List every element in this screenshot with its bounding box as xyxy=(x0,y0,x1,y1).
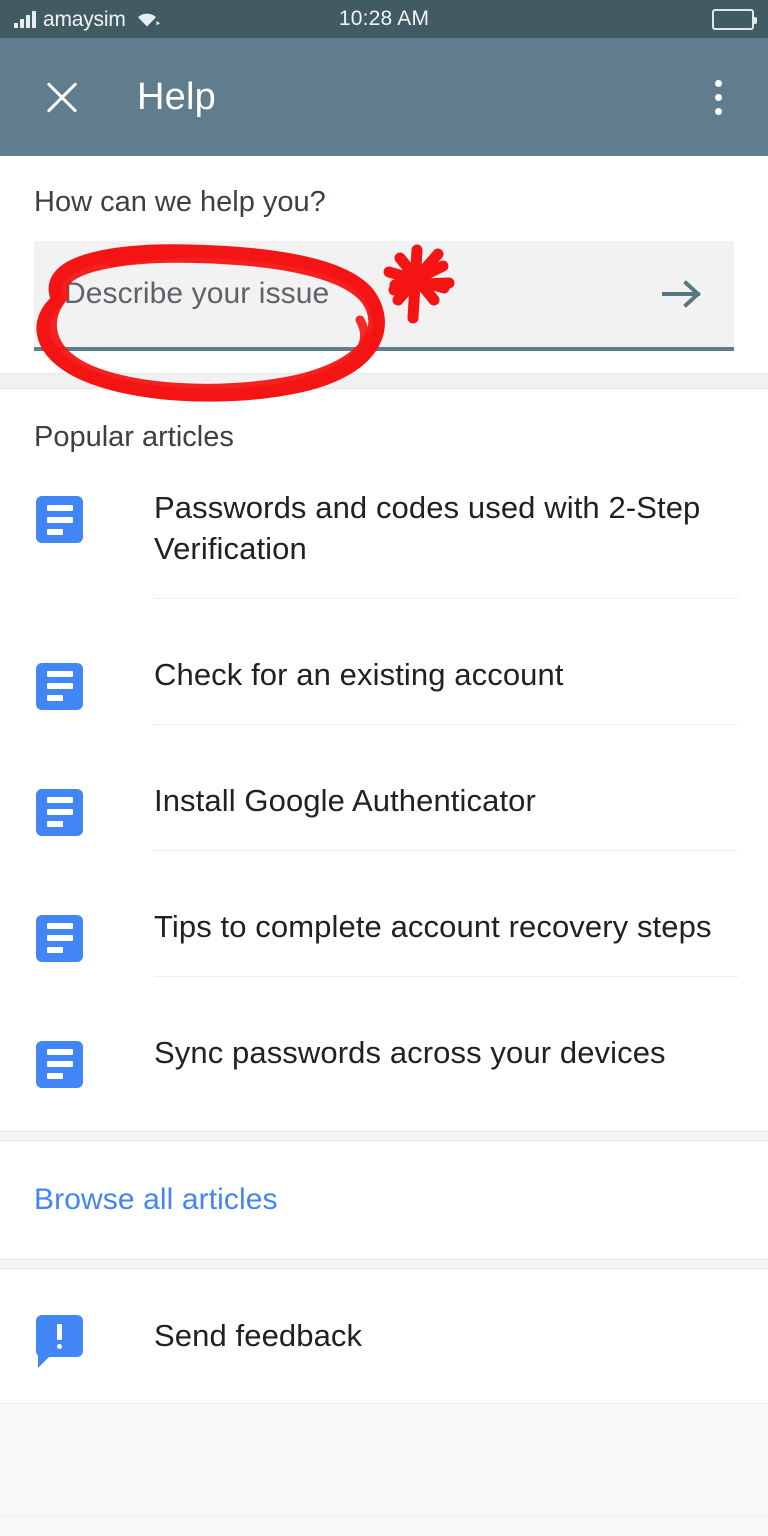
article-text-cell: Sync passwords across your devices xyxy=(154,1033,738,1102)
android-nav-bar xyxy=(0,1515,768,1536)
section-divider xyxy=(0,1131,768,1142)
list-item[interactable]: Tips to complete account recovery steps xyxy=(0,881,768,1007)
browse-all-articles-label: Browse all articles xyxy=(34,1183,278,1217)
article-title: Sync passwords across your devices xyxy=(154,1034,666,1070)
app-bar: Help xyxy=(0,38,768,156)
list-item[interactable]: Passwords and codes used with 2-Step Ver… xyxy=(0,462,768,629)
article-text-cell: Tips to complete account recovery steps xyxy=(154,907,738,977)
article-text-cell: Check for an existing account xyxy=(154,655,738,725)
article-text-cell: Install Google Authenticator xyxy=(154,781,738,851)
article-title: Tips to complete account recovery steps xyxy=(154,908,712,944)
article-icon xyxy=(36,1040,83,1088)
close-icon[interactable] xyxy=(36,71,88,123)
section-divider xyxy=(0,373,768,389)
send-feedback-label: Send feedback xyxy=(154,1318,363,1354)
article-icon xyxy=(36,496,83,543)
send-feedback-item[interactable]: Send feedback xyxy=(0,1269,768,1403)
feedback-icon-cell xyxy=(0,1315,154,1369)
footer-spacer xyxy=(0,1403,768,1516)
article-title: Install Google Authenticator xyxy=(154,782,536,818)
arrow-right-icon[interactable] xyxy=(660,274,706,314)
search-input[interactable]: Describe your issue xyxy=(34,241,734,351)
battery-icon xyxy=(712,8,757,30)
article-icon-cell xyxy=(0,911,154,962)
status-bar: amaysim 10:28 AM xyxy=(0,0,768,38)
search-field-wrapper: Describe your issue xyxy=(34,241,734,351)
list-item[interactable]: Install Google Authenticator xyxy=(0,755,768,881)
help-prompt: How can we help you? xyxy=(34,186,326,218)
section-divider xyxy=(0,1259,768,1270)
article-title: Check for an existing account xyxy=(154,656,564,692)
popular-articles-heading: Popular articles xyxy=(34,421,234,453)
overflow-menu-icon[interactable] xyxy=(696,71,740,123)
article-text-cell: Passwords and codes used with 2-Step Ver… xyxy=(154,488,738,599)
article-icon-cell xyxy=(0,492,154,543)
status-time: 10:28 AM xyxy=(338,7,430,30)
article-icon-cell xyxy=(0,659,154,710)
page-title: Help xyxy=(137,75,216,118)
article-title: Passwords and codes used with 2-Step Ver… xyxy=(154,490,701,566)
list-item[interactable]: Check for an existing account xyxy=(0,629,768,755)
popular-articles-list: Passwords and codes used with 2-Step Ver… xyxy=(0,452,768,1131)
article-icon xyxy=(36,662,83,710)
status-bar-right xyxy=(712,8,757,30)
list-item[interactable]: Sync passwords across your devices xyxy=(0,1007,768,1132)
article-icon-cell xyxy=(0,785,154,836)
phone-screen: amaysim 10:28 AM Help How can we help yo… xyxy=(0,0,768,1536)
article-icon xyxy=(36,914,83,962)
article-icon-cell xyxy=(0,1037,154,1088)
search-section: How can we help you? Describe your issue xyxy=(0,156,768,373)
search-placeholder: Describe your issue xyxy=(64,277,330,310)
article-icon xyxy=(36,788,83,836)
browse-all-articles-link[interactable]: Browse all articles xyxy=(0,1141,768,1259)
feedback-bubble-icon xyxy=(36,1315,83,1369)
